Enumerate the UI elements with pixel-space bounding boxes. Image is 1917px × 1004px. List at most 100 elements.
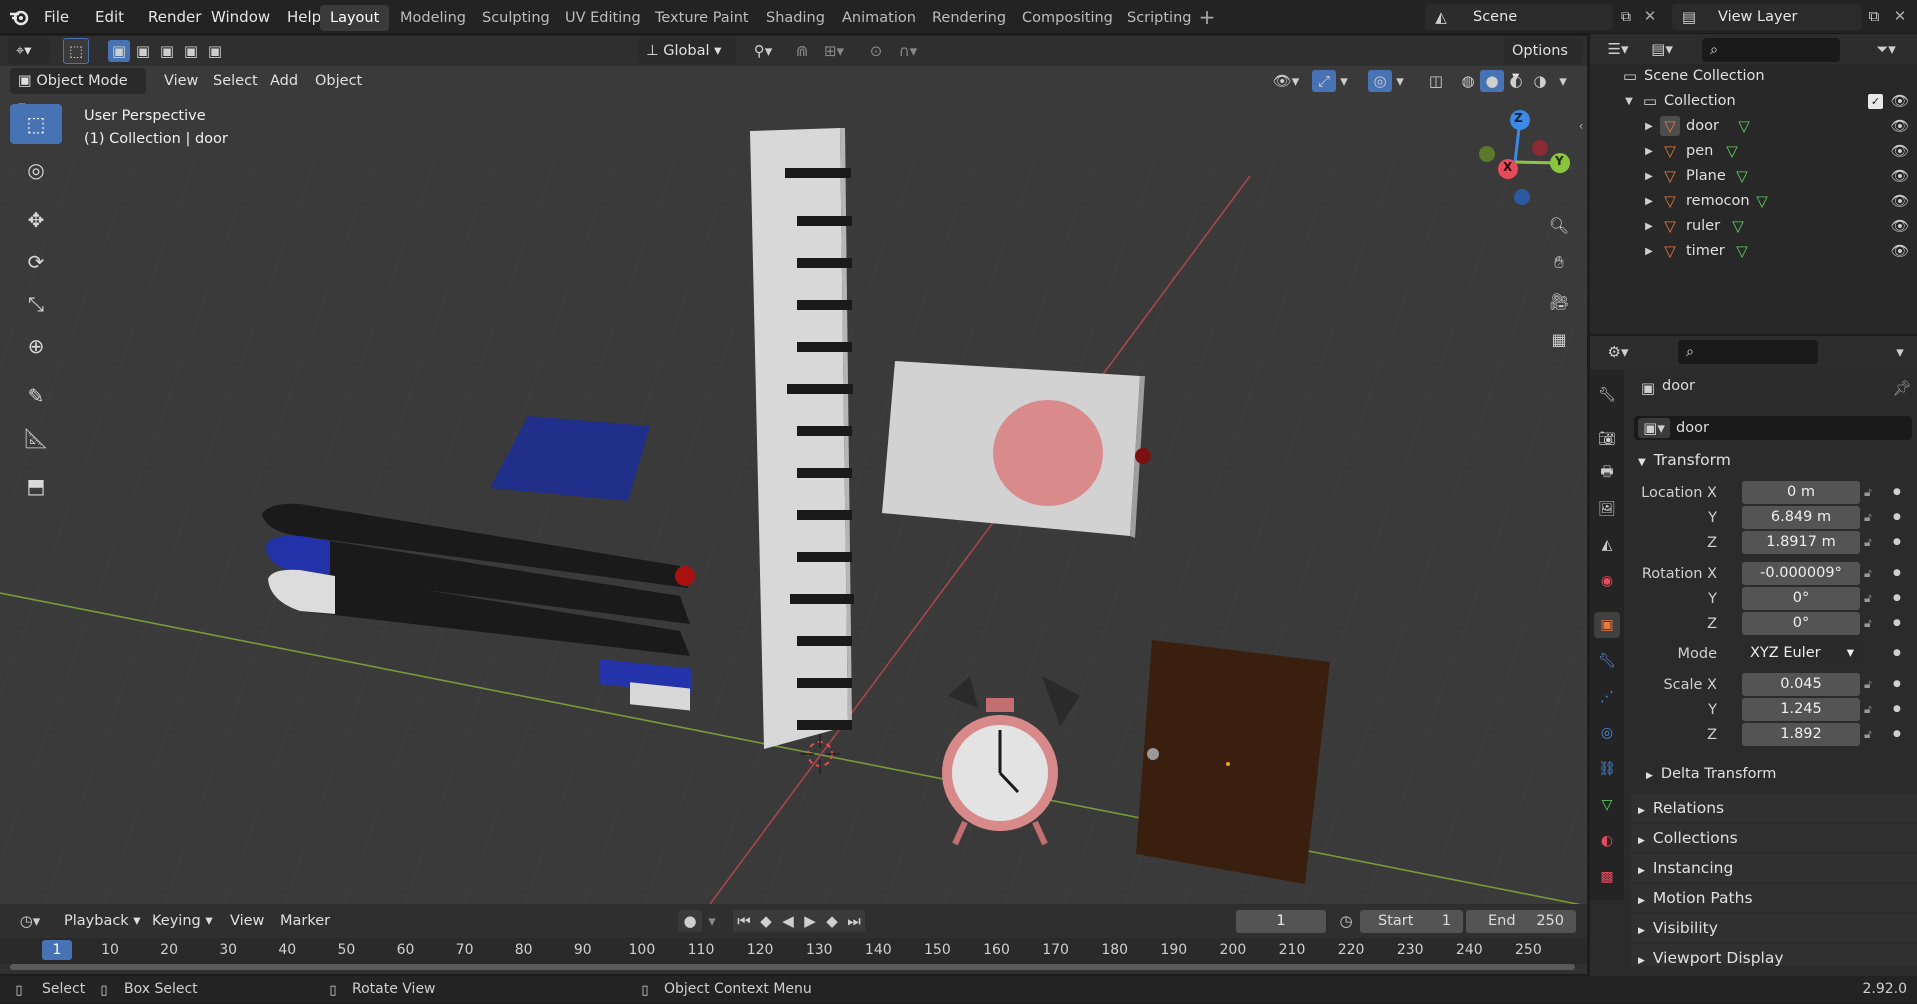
expand-arrow-icon[interactable]: ▶ [1642, 241, 1656, 261]
start-frame-field[interactable]: Start 1 [1360, 910, 1463, 933]
eye-icon[interactable]: 👁︎ [1890, 116, 1910, 136]
instancing-panel-header[interactable]: ▶ Instancing [1630, 854, 1917, 882]
lock-icon[interactable]: 🔓︎ [1864, 531, 1882, 554]
zoom-icon[interactable]: 🔍︎ [1544, 210, 1574, 240]
wireframe-shading-icon[interactable]: ◍ [1456, 70, 1480, 92]
eye-icon[interactable]: 👁︎ [1890, 241, 1910, 261]
3d-viewport[interactable]: Z Y X 🔍︎ ✋︎ 🎥︎ ▦ ‹ User Perspective (1) … [0, 36, 1587, 904]
view-layer-selector[interactable]: ▤ View Layer [1672, 4, 1862, 30]
eye-icon[interactable]: 👁︎ [1890, 216, 1910, 236]
menu-file[interactable]: File [44, 0, 69, 34]
gizmo-dropdown-icon[interactable]: ▾ [1336, 70, 1352, 92]
perspective-toggle-icon[interactable]: ▦ [1544, 324, 1574, 354]
proportional-edit-icon[interactable]: ⊙ [864, 40, 888, 62]
xray-toggle-icon[interactable]: ◫ [1424, 70, 1448, 92]
play-reverse-icon[interactable]: ◀ [777, 910, 799, 932]
outliner-editor-type-icon[interactable]: ☰▾ [1600, 38, 1636, 60]
properties-options-icon[interactable]: ▾ [1890, 341, 1910, 363]
tool-tab-icon[interactable]: 🔧︎ [1594, 382, 1620, 408]
outliner-collection[interactable]: ▼ ▭ Collection ✓ 👁︎ [1590, 89, 1917, 114]
location-z-field[interactable]: 1.8917 m [1742, 531, 1860, 554]
sidebar-toggle-icon[interactable]: ‹ [1575, 116, 1587, 136]
preview-range-icon[interactable]: ◷ [1334, 910, 1358, 932]
filter-icon[interactable]: ⏷▾ [1868, 38, 1904, 60]
viewport-display-panel-header[interactable]: ▶ Viewport Display [1630, 944, 1917, 966]
select-tool-icon[interactable]: ⬚ [63, 38, 89, 64]
lock-icon[interactable]: 🔓︎ [1864, 506, 1882, 529]
keyframe-dot-icon[interactable]: ● [1893, 673, 1901, 696]
eye-icon[interactable]: 👁︎ [1890, 91, 1910, 111]
eye-icon[interactable]: 👁︎ [1890, 191, 1910, 211]
outliner-search-input[interactable]: ⌕ [1702, 38, 1840, 62]
play-icon[interactable]: ▶ [799, 910, 821, 932]
collection-checkbox[interactable]: ✓ [1868, 94, 1883, 109]
scale-y-field[interactable]: 1.245 [1742, 698, 1860, 721]
rotation-mode-dropdown[interactable]: XYZ Euler ▾ [1742, 642, 1860, 665]
proportional-falloff-icon[interactable]: ∩▾ [890, 40, 926, 62]
delta-transform-panel-header[interactable]: ▶ Delta Transform [1646, 760, 1917, 788]
tab-layout[interactable]: Layout [320, 5, 390, 31]
outliner-item-ruler[interactable]: ▶ ▽ ruler ▽ 👁︎ [1590, 214, 1917, 239]
move-tool-icon[interactable]: ✥ [10, 200, 62, 240]
jump-keyframe-back-icon[interactable]: ◆ [755, 910, 777, 932]
new-scene-icon[interactable]: ⧉ [1615, 6, 1637, 28]
add-workspace-icon[interactable]: + [1196, 5, 1218, 29]
rotation-z-field[interactable]: 0° [1742, 612, 1860, 635]
keyframe-dot-icon[interactable]: ● [1893, 723, 1901, 746]
menu-marker[interactable]: Marker [280, 908, 330, 934]
menu-window[interactable]: Window [211, 0, 270, 34]
blender-logo-icon[interactable] [8, 6, 30, 28]
outliner-item-remocon[interactable]: ▶ ▽ remocon ▽ 👁︎ [1590, 189, 1917, 214]
material-shading-icon[interactable]: ◐ [1504, 70, 1528, 92]
constraints-tab-icon[interactable]: ⛓︎ [1594, 756, 1620, 782]
timeline-ruler[interactable]: 1 10 20 30 40 50 60 70 80 90 100 110 120 130 140 150 16… [0, 938, 1587, 964]
properties-editor-type-icon[interactable]: ⚙▾ [1600, 341, 1636, 363]
transform-tool-icon[interactable]: ⊕ [10, 326, 62, 366]
gizmo-label-x[interactable]: X [1503, 160, 1512, 174]
tab-compositing[interactable]: Compositing [1012, 5, 1123, 31]
display-mode-icon[interactable]: ▤▾ [1644, 38, 1680, 60]
solid-shading-icon[interactable]: ● [1480, 70, 1504, 92]
options-dropdown[interactable]: Options ▾ [1504, 38, 1582, 85]
physics-tab-icon[interactable]: ◎ [1594, 720, 1620, 746]
overlays-dropdown-icon[interactable]: ▾ [1392, 70, 1408, 92]
keyframe-dot-icon[interactable]: ● [1893, 642, 1901, 665]
visibility-filter-icon[interactable]: 👁︎▾ [1268, 70, 1304, 92]
outliner-item-timer[interactable]: ▶ ▽ timer ▽ 👁︎ [1590, 239, 1917, 264]
tab-rendering[interactable]: Rendering [922, 5, 1016, 31]
location-x-field[interactable]: 0 m [1742, 481, 1860, 504]
lock-icon[interactable]: 🔓︎ [1864, 612, 1882, 635]
cursor-tool-icon[interactable]: ◎ [10, 150, 62, 190]
motion-paths-panel-header[interactable]: ▶ Motion Paths [1630, 884, 1917, 912]
annotate-tool-icon[interactable]: ✎ [10, 376, 62, 416]
select-mode-extend-icon[interactable]: ▣ [132, 40, 154, 62]
keyframe-dot-icon[interactable]: ● [1893, 698, 1901, 721]
data-tab-icon[interactable]: ▽ [1594, 792, 1620, 818]
record-options-icon[interactable]: ▾ [702, 910, 722, 932]
expand-arrow-icon[interactable]: ▶ [1642, 141, 1656, 161]
rendered-shading-icon[interactable]: ◑ [1528, 70, 1552, 92]
object-browse-icon[interactable]: ▣▾ [1638, 418, 1670, 438]
material-tab-icon[interactable]: ◐ [1594, 828, 1620, 854]
lock-icon[interactable]: 🔓︎ [1864, 698, 1882, 721]
current-frame-field[interactable]: 1 [1236, 910, 1326, 933]
record-icon[interactable]: ● [678, 910, 702, 932]
scene-tab-icon[interactable]: ◭ [1594, 532, 1620, 558]
expand-arrow-icon[interactable]: ▶ [1642, 166, 1656, 186]
gizmo-toggle-icon[interactable]: ⤢ [1312, 70, 1336, 92]
view-layer-tab-icon[interactable]: 🖼︎ [1594, 496, 1620, 522]
expand-arrow-icon[interactable]: ▶ [1642, 116, 1656, 136]
overlays-toggle-icon[interactable]: ◎ [1368, 70, 1392, 92]
keyframe-dot-icon[interactable]: ● [1893, 481, 1901, 504]
editor-type-button[interactable]: ⌖▾ [8, 38, 50, 64]
pan-hand-icon[interactable]: ✋︎ [1544, 248, 1574, 278]
select-mode-invert-icon[interactable]: ▣ [180, 40, 202, 62]
object-tab-icon[interactable]: ▣ [1594, 612, 1620, 638]
jump-keyframe-forward-icon[interactable]: ◆ [821, 910, 843, 932]
timeline-editor-type-icon[interactable]: ◷▾ [10, 910, 50, 932]
new-view-layer-icon[interactable]: ⧉ [1864, 6, 1884, 26]
select-mode-intersect-icon[interactable]: ▣ [204, 40, 226, 62]
rotation-y-field[interactable]: 0° [1742, 587, 1860, 610]
tab-scripting[interactable]: Scripting [1117, 5, 1201, 31]
world-tab-icon[interactable]: ◉ [1594, 568, 1620, 594]
